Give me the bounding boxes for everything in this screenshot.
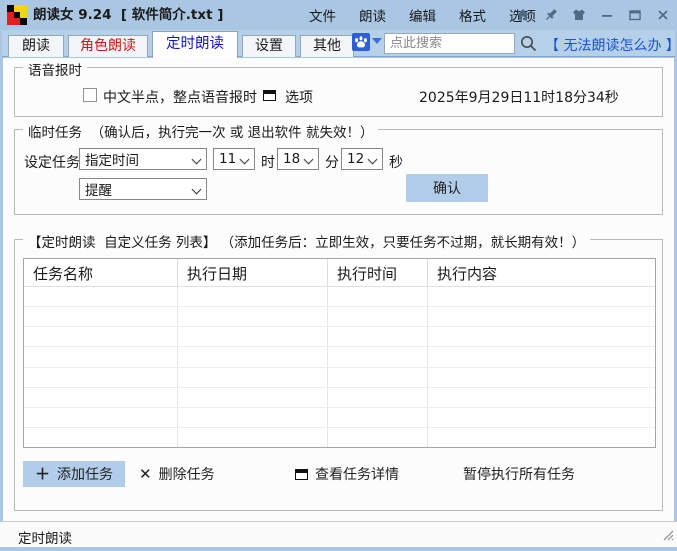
- title-bar: 朗读女 9.24 [ 软件简介.txt ] 文件 朗读 编辑 格式 选项: [0, 0, 677, 30]
- menu-format[interactable]: 格式: [456, 3, 489, 27]
- voice-time-group-title: 语音报时: [23, 59, 87, 79]
- help-link[interactable]: 【 无法朗读怎么办 】: [545, 35, 677, 55]
- chevron-down-icon: [193, 185, 201, 193]
- task-type-value: 指定时间: [85, 149, 139, 169]
- main-content: 语音报时 中文半点，整点语音报时 选项 2025年9月29日11时18分34秒 …: [3, 58, 674, 521]
- table-row: [24, 368, 655, 388]
- voice-time-checkbox[interactable]: [83, 88, 97, 102]
- table-row: [24, 428, 655, 447]
- options-button[interactable]: 选项: [285, 87, 313, 107]
- app-logo-icon: [7, 5, 27, 25]
- table-row: [24, 408, 655, 428]
- options-window-icon[interactable]: [263, 90, 276, 101]
- minute-value: 18: [283, 151, 300, 167]
- voice-time-group: 语音报时 中文半点，整点语音报时 选项 2025年9月29日11时18分34秒: [14, 67, 663, 117]
- menu-read[interactable]: 朗读: [356, 3, 389, 27]
- window-title: 朗读女 9.24 [ 软件简介.txt ]: [33, 0, 223, 30]
- task-table[interactable]: 任务名称 执行日期 执行时间 执行内容: [23, 258, 656, 448]
- column-exec-content: 执行内容: [428, 259, 655, 286]
- status-bar: 定时朗读: [0, 521, 677, 547]
- task-table-body: [24, 287, 655, 447]
- view-task-details-label: 查看任务详情: [315, 464, 399, 484]
- tab-role-read[interactable]: 角色朗读: [68, 35, 148, 57]
- plus-icon: ＋: [35, 467, 50, 482]
- hour-select[interactable]: 11: [213, 148, 255, 170]
- voice-time-checkbox-label[interactable]: 中文半点，整点语音报时: [103, 87, 257, 107]
- resize-grip-icon[interactable]: [660, 527, 674, 545]
- pin-icon[interactable]: [542, 7, 559, 24]
- add-task-label: 添加任务: [57, 464, 113, 484]
- column-task-name: 任务名称: [24, 259, 178, 286]
- task-table-header: 任务名称 执行日期 执行时间 执行内容: [24, 259, 655, 287]
- hour-unit-label: 时: [261, 152, 275, 172]
- maximize-icon[interactable]: [626, 7, 643, 24]
- chevron-down-icon: [241, 155, 249, 163]
- home-icon[interactable]: [514, 7, 531, 24]
- app-window: 朗读女 9.24 [ 软件简介.txt ] 文件 朗读 编辑 格式 选项: [0, 0, 677, 551]
- table-row: [24, 307, 655, 327]
- hour-value: 11: [219, 151, 236, 167]
- second-select[interactable]: 12: [341, 148, 383, 170]
- delete-task-label: 删除任务: [159, 464, 215, 484]
- task-list-group-title: 【定时朗读 自定义任务 列表】 （添加任务后：立即生效，只要任务不过期，就长期有…: [23, 231, 590, 251]
- chevron-down-icon: [369, 155, 377, 163]
- tab-settings[interactable]: 设置: [242, 35, 296, 57]
- search-input[interactable]: [384, 33, 515, 54]
- delete-task-button[interactable]: ✕ 删除任务: [139, 461, 215, 487]
- second-unit-label: 秒: [389, 152, 403, 172]
- table-row: [24, 327, 655, 347]
- titlebar-controls: [514, 0, 671, 30]
- status-text: 定时朗读: [18, 527, 72, 547]
- engine-dropdown-arrow[interactable]: [372, 38, 382, 44]
- temp-task-group: 临时任务 （确认后，执行完一次 或 退出软件 就失效！） 设定任务： 指定时间 …: [14, 129, 663, 215]
- menu-bar: 文件 朗读 编辑 格式 选项: [306, 0, 539, 30]
- confirm-button[interactable]: 确认: [406, 174, 488, 202]
- details-window-icon: [295, 469, 308, 480]
- table-row: [24, 388, 655, 408]
- menu-edit[interactable]: 编辑: [406, 3, 439, 27]
- minute-unit-label: 分: [325, 152, 339, 172]
- minute-select[interactable]: 18: [277, 148, 319, 170]
- table-row: [24, 287, 655, 307]
- add-task-button[interactable]: ＋ 添加任务: [23, 461, 125, 487]
- magnifier-icon[interactable]: [519, 34, 538, 53]
- view-task-details-button[interactable]: 查看任务详情: [295, 461, 399, 487]
- second-value: 12: [347, 151, 364, 167]
- close-icon[interactable]: [654, 7, 671, 24]
- action-value: 提醒: [85, 179, 112, 199]
- skin-icon[interactable]: [570, 7, 587, 24]
- action-select[interactable]: 提醒: [79, 178, 207, 200]
- baidu-paw-icon[interactable]: [352, 33, 370, 51]
- minimize-icon[interactable]: [598, 7, 615, 24]
- current-time-text: 2025年9月29日11时18分34秒: [419, 87, 619, 107]
- pause-all-tasks-button[interactable]: 暂停执行所有任务: [463, 461, 575, 487]
- tab-read-aloud[interactable]: 朗读: [8, 35, 64, 57]
- task-type-select[interactable]: 指定时间: [79, 148, 207, 170]
- column-exec-time: 执行时间: [328, 259, 428, 286]
- tab-other[interactable]: 其他: [300, 35, 354, 57]
- pause-all-tasks-label: 暂停执行所有任务: [463, 464, 575, 484]
- column-exec-date: 执行日期: [178, 259, 328, 286]
- temp-task-group-title: 临时任务 （确认后，执行完一次 或 退出软件 就失效！）: [23, 121, 378, 141]
- x-icon: ✕: [139, 467, 152, 482]
- chevron-down-icon: [193, 155, 201, 163]
- chevron-down-icon: [305, 155, 313, 163]
- task-list-group: 【定时朗读 自定义任务 列表】 （添加任务后：立即生效，只要任务不过期，就长期有…: [14, 239, 663, 511]
- menu-file[interactable]: 文件: [306, 3, 339, 27]
- tab-timed-read[interactable]: 定时朗读: [152, 31, 238, 58]
- table-row: [24, 347, 655, 367]
